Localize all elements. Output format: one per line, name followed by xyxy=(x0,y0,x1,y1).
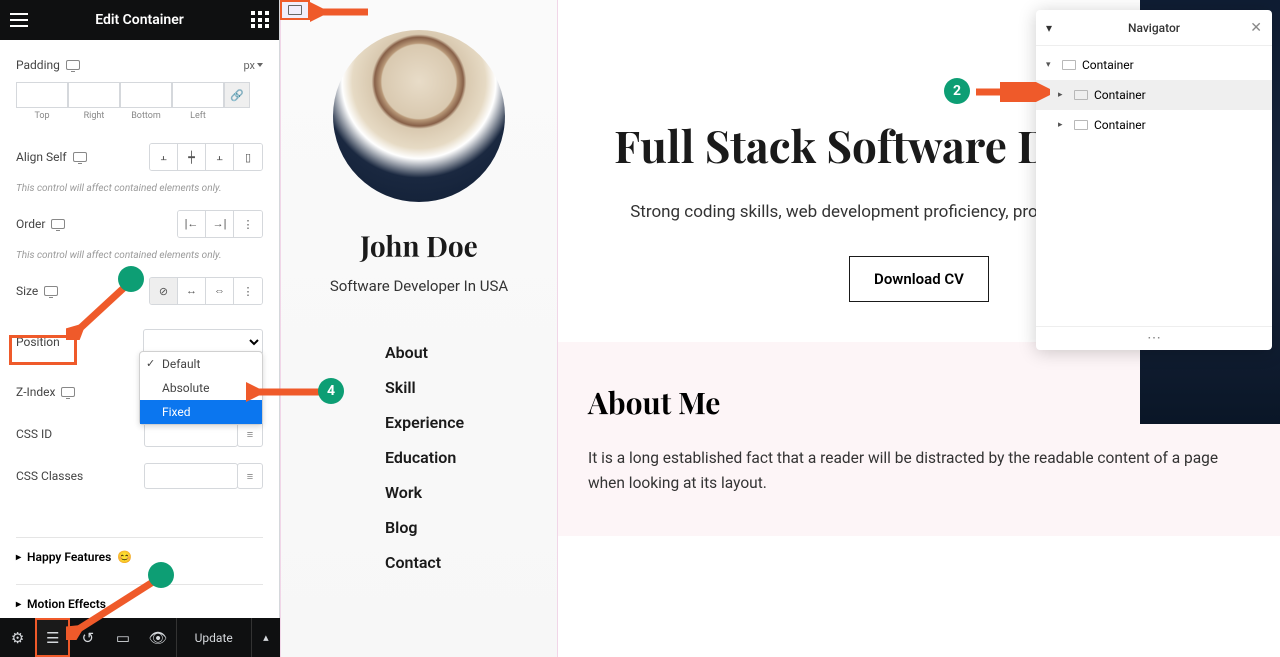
annotation-badge-2: 2 xyxy=(944,78,970,104)
container-icon xyxy=(1074,120,1088,130)
about-text: It is a long established fact that a rea… xyxy=(588,446,1250,496)
order-start-button[interactable]: |← xyxy=(178,211,206,237)
note-alignself: This control will affect contained eleme… xyxy=(16,183,263,194)
annotation-badge-3 xyxy=(118,266,144,292)
size-shrink-button[interactable]: ⇔ xyxy=(206,278,234,304)
zindex-label: Z-Index xyxy=(16,385,55,399)
annotation-badge-5 xyxy=(148,562,174,588)
avatar xyxy=(333,30,505,202)
size-more-button[interactable]: ⋮ xyxy=(234,278,262,304)
menu-skill[interactable]: Skill xyxy=(385,370,557,405)
navigator-footer[interactable]: ⋯ xyxy=(1036,326,1272,350)
padding-inputs: 🔗 xyxy=(16,82,263,108)
order-label: Order xyxy=(16,217,45,231)
position-opt-default[interactable]: Default xyxy=(140,352,262,376)
position-opt-absolute[interactable]: Absolute xyxy=(140,376,262,400)
order-row: Order |← →| ⋮ xyxy=(16,202,263,246)
dynamic-icon[interactable]: ≡ xyxy=(237,463,263,489)
padding-side-labels: TopRightBottomLeft xyxy=(16,111,263,121)
cssid-label: CSS ID xyxy=(16,427,52,441)
padding-row: Padding px xyxy=(16,50,263,80)
padding-bottom-input[interactable] xyxy=(120,82,172,108)
annotation-arrow-4 xyxy=(246,382,324,402)
editor-panel: Edit Container Padding px 🔗 TopRightBott… xyxy=(0,0,280,618)
menu-experience[interactable]: Experience xyxy=(385,405,557,440)
navigator-tree: ▾Container ▸Container ▸Container xyxy=(1036,46,1272,146)
align-start-button[interactable]: ⫠ xyxy=(150,144,178,170)
padding-top-input[interactable] xyxy=(16,82,68,108)
position-label: Position xyxy=(16,335,60,349)
profile-name: John Doe xyxy=(281,228,557,265)
tree-item-child-1[interactable]: ▸Container xyxy=(1036,80,1272,110)
container-icon xyxy=(1062,60,1076,70)
note-order: This control will affect contained eleme… xyxy=(16,250,263,261)
tree-item-root[interactable]: ▾Container xyxy=(1036,50,1272,80)
settings-icon[interactable]: ⚙ xyxy=(0,618,35,657)
panel-title: Edit Container xyxy=(95,12,184,28)
align-end-button[interactable]: ⫠ xyxy=(206,144,234,170)
tree-item-child-2[interactable]: ▸Container xyxy=(1036,110,1272,140)
navigator-panel: ▾ Navigator ✕ ▾Container ▸Container ▸Con… xyxy=(1036,10,1272,350)
profile-menu: About Skill Experience Education Work Bl… xyxy=(281,335,557,580)
unit-select[interactable]: px xyxy=(243,59,263,72)
annotation-arrow-2 xyxy=(972,82,1050,102)
position-opt-fixed[interactable]: Fixed xyxy=(140,400,262,424)
size-none-button[interactable]: ⊘ xyxy=(150,278,178,304)
menu-contact[interactable]: Contact xyxy=(385,545,557,580)
position-dropdown: Default Absolute Fixed xyxy=(139,351,263,425)
cssclasses-input[interactable] xyxy=(144,463,238,489)
profile-sidebar: John Doe Software Developer In USA About… xyxy=(280,0,558,657)
alignself-label: Align Self xyxy=(16,150,67,164)
navigator-close-button[interactable]: ✕ xyxy=(1250,20,1262,36)
widgets-icon[interactable] xyxy=(251,11,269,29)
align-center-button[interactable]: ┿ xyxy=(178,144,206,170)
accordion-happy[interactable]: Happy Features 😊 xyxy=(16,537,263,576)
publish-options-button[interactable]: ▴ xyxy=(251,618,280,657)
responsive-icon[interactable] xyxy=(51,219,65,229)
menu-icon[interactable] xyxy=(10,13,28,27)
container-icon xyxy=(1074,90,1088,100)
container-handle[interactable] xyxy=(280,0,310,20)
alignself-row: Align Self ⫠ ┿ ⫠ ▯ xyxy=(16,135,263,179)
profile-role: Software Developer In USA xyxy=(281,277,557,295)
annotation-arrow-5 xyxy=(66,576,162,640)
navigator-header: ▾ Navigator ✕ xyxy=(1036,10,1272,46)
link-values-icon[interactable]: 🔗 xyxy=(224,82,250,108)
panel-body: Padding px 🔗 TopRightBottomLeft Align Se… xyxy=(0,40,279,618)
order-buttons: |← →| ⋮ xyxy=(177,210,263,238)
happy-icon: 😊 xyxy=(117,550,132,564)
padding-left-input[interactable] xyxy=(172,82,224,108)
navigator-anchor-icon[interactable]: ▾ xyxy=(1046,21,1052,35)
menu-about[interactable]: About xyxy=(385,335,557,370)
order-more-button[interactable]: ⋮ xyxy=(234,211,262,237)
responsive-icon[interactable] xyxy=(73,152,87,162)
menu-work[interactable]: Work xyxy=(385,475,557,510)
navigator-title: Navigator xyxy=(1128,21,1180,35)
navigator-empty xyxy=(1036,146,1272,326)
order-end-button[interactable]: →| xyxy=(206,211,234,237)
size-buttons: ⊘ ↔ ⇔ ⋮ xyxy=(149,277,263,305)
menu-blog[interactable]: Blog xyxy=(385,510,557,545)
responsive-icon[interactable] xyxy=(66,60,80,70)
size-grow-button[interactable]: ↔ xyxy=(178,278,206,304)
cssclasses-row: CSS Classes ≡ xyxy=(16,455,263,497)
update-button[interactable]: Update xyxy=(176,618,251,657)
alignself-buttons: ⫠ ┿ ⫠ ▯ xyxy=(149,143,263,171)
annotation-arrow-1 xyxy=(310,0,370,22)
align-stretch-button[interactable]: ▯ xyxy=(234,144,262,170)
responsive-icon[interactable] xyxy=(61,387,75,397)
panel-header: Edit Container xyxy=(0,0,279,40)
annotation-badge-4: 4 xyxy=(318,378,344,404)
padding-label: Padding xyxy=(16,58,60,72)
responsive-icon[interactable] xyxy=(44,286,58,296)
download-cv-button[interactable]: Download CV xyxy=(849,256,989,302)
menu-education[interactable]: Education xyxy=(385,440,557,475)
container-icon xyxy=(288,5,302,15)
cssclasses-label: CSS Classes xyxy=(16,469,83,483)
padding-right-input[interactable] xyxy=(68,82,120,108)
size-label: Size xyxy=(16,284,38,298)
position-row: Position Default Absolute Fixed xyxy=(16,321,263,363)
